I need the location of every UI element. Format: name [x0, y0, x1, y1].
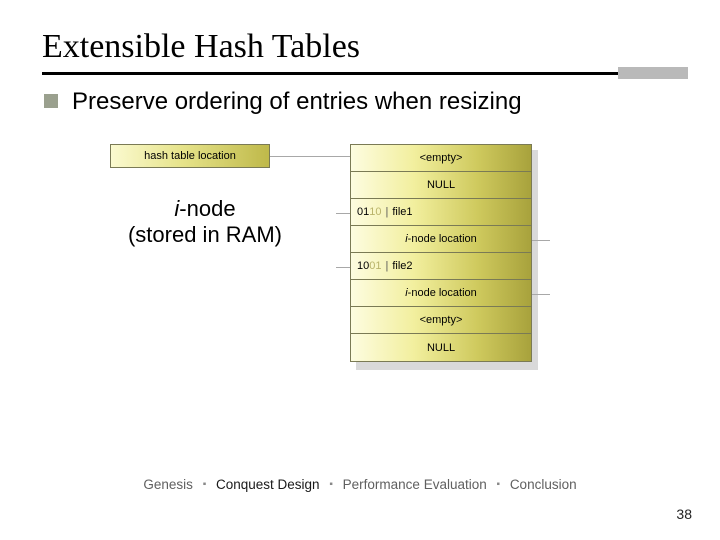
cell-inode-loc-5: i-node location [351, 280, 531, 307]
slide-title: Extensible Hash Tables [42, 28, 678, 66]
diagram-left-column: hash table location i-node (stored in RA… [110, 144, 310, 249]
dot-icon: ▪ [203, 479, 207, 490]
bullet-icon [44, 94, 58, 108]
footer-genesis: Genesis [143, 477, 193, 492]
tick-line-1 [532, 240, 550, 241]
hash-table-stack: <empty> NULL 0110 | file1 i-node locatio… [350, 144, 532, 362]
diagram-right-column: <empty> NULL 0110 | file1 i-node locatio… [350, 144, 540, 362]
cell-inode-loc-3: i-node location [351, 226, 531, 253]
footer-breadcrumb: Genesis ▪ Conquest Design ▪ Performance … [0, 477, 720, 492]
footer-conclusion: Conclusion [510, 477, 577, 492]
title-rule-bar [42, 72, 678, 75]
footer-performance-evaluation: Performance Evaluation [343, 477, 487, 492]
diagram: hash table location i-node (stored in RA… [110, 144, 610, 384]
inode-caption: i-node (stored in RAM) [110, 196, 300, 249]
cell4-file: file2 [392, 260, 412, 272]
footer-conquest-design: Conquest Design [216, 477, 320, 492]
tick-line-2 [532, 294, 550, 295]
cell4-sep: | [386, 260, 389, 272]
bullet-row: Preserve ordering of entries when resizi… [44, 88, 678, 116]
cell4-prefix: 10 [357, 260, 369, 272]
cell-null-1: NULL [351, 172, 531, 199]
cell-empty-0: <empty> [351, 145, 531, 172]
cell-entry-file1: 0110 | file1 [351, 199, 531, 226]
cell4-faded: 01 [369, 260, 381, 272]
inode-rest: -node [179, 196, 235, 221]
cell2-prefix: 01 [357, 206, 369, 218]
slide: Extensible Hash Tables Preserve ordering… [0, 0, 720, 540]
title-rule [42, 70, 678, 76]
hash-table-location-label: hash table location [110, 144, 270, 168]
cell-empty-6: <empty> [351, 307, 531, 334]
tick-line-left-1 [336, 213, 350, 214]
bullet-text: Preserve ordering of entries when resizi… [72, 88, 522, 116]
cell5-rest: -node location [408, 287, 477, 299]
cell-entry-file2: 1001 | file2 [351, 253, 531, 280]
dot-icon: ▪ [329, 479, 333, 490]
connector-line [270, 156, 350, 157]
page-number: 38 [676, 506, 692, 522]
inode-line2: (stored in RAM) [128, 222, 282, 247]
title-rule-endcap [618, 67, 688, 79]
cell2-file: file1 [392, 206, 412, 218]
dot-icon: ▪ [497, 479, 501, 490]
cell2-sep: | [386, 206, 389, 218]
tick-line-left-2 [336, 267, 350, 268]
cell3-rest: -node location [408, 233, 477, 245]
cell2-faded: 10 [369, 206, 381, 218]
cell-null-7: NULL [351, 334, 531, 361]
